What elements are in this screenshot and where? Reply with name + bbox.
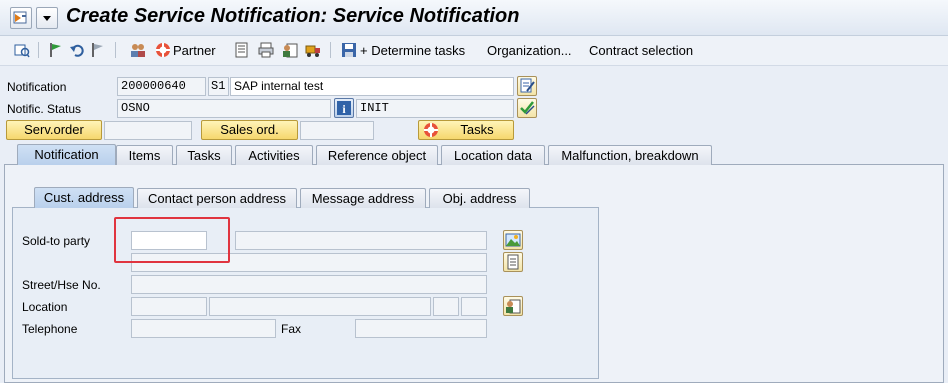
tab-tasks[interactable]: Tasks <box>176 145 232 165</box>
person-document-icon <box>506 299 521 314</box>
sales-order-field <box>300 121 374 140</box>
toolbar-divider <box>115 42 116 58</box>
tab-activities[interactable]: Activities <box>235 145 313 165</box>
telephone-label: Telephone <box>22 322 78 336</box>
street-field <box>131 275 487 294</box>
checkmark-edit-icon <box>520 101 535 115</box>
telephone-field <box>131 319 276 338</box>
toolbar-divider <box>38 42 39 58</box>
tab-items[interactable]: Items <box>116 145 173 165</box>
display-change-icon[interactable] <box>14 42 30 58</box>
document-list-icon[interactable] <box>234 42 250 58</box>
document-icon <box>507 254 519 270</box>
sales-order-button[interactable]: Sales ord. <box>201 120 298 140</box>
notification-label: Notification <box>7 80 67 94</box>
page-title: Create Service Notification: Service Not… <box>66 5 520 27</box>
notification-type-field[interactable]: S1 <box>208 77 229 96</box>
service-order-button[interactable]: Serv.order <box>6 120 102 140</box>
menu-icon <box>13 11 27 24</box>
soldto-name-field <box>235 231 487 250</box>
status-check-button[interactable] <box>517 98 537 118</box>
subtab-message-address[interactable]: Message address <box>300 188 426 208</box>
contract-selection-button[interactable]: Contract selection <box>589 43 693 58</box>
partner-button[interactable]: Partner <box>173 43 216 58</box>
lifebuoy-icon <box>424 123 438 137</box>
print-icon[interactable] <box>258 42 274 58</box>
subtab-contact-person-address[interactable]: Contact person address <box>137 188 297 208</box>
soldto-search-button[interactable] <box>503 230 523 250</box>
city-field <box>209 297 431 316</box>
notification-number-field[interactable]: 200000640 <box>117 77 206 96</box>
status-label: Notific. Status <box>7 102 82 116</box>
flag-icon[interactable] <box>48 42 64 58</box>
edit-text-icon <box>520 78 535 93</box>
tab-reference-object[interactable]: Reference object <box>316 145 438 165</box>
postal-code-field <box>131 297 207 316</box>
tasks-button-label: Tasks <box>460 122 494 137</box>
fax-field <box>355 319 487 338</box>
tasks-button[interactable]: Tasks <box>418 120 514 140</box>
subtab-obj-address[interactable]: Obj. address <box>429 188 530 208</box>
tab-location-data[interactable]: Location data <box>441 145 545 165</box>
status-field: OSNO <box>117 99 331 118</box>
chevron-down-icon <box>43 16 51 21</box>
tab-notification[interactable]: Notification <box>17 144 116 165</box>
fax-label: Fax <box>281 322 302 336</box>
info-icon: i <box>337 101 351 116</box>
status-init-field: INIT <box>356 99 514 118</box>
address-detail-button[interactable] <box>503 252 523 272</box>
location-label: Location <box>22 300 68 314</box>
stop-flag-icon[interactable] <box>90 42 106 58</box>
street-label: Street/Hse No. <box>22 278 101 292</box>
soldto-label: Sold-to party <box>22 234 91 248</box>
highlight-box <box>114 217 230 263</box>
long-text-button[interactable] <box>517 76 537 96</box>
landscape-icon <box>505 233 521 247</box>
service-order-field <box>104 121 192 140</box>
subtab-cust-address[interactable]: Cust. address <box>34 187 134 208</box>
transaction-menu-button[interactable] <box>10 7 32 29</box>
organization-button[interactable]: Organization... <box>487 43 572 58</box>
tab-malfunction-breakdown[interactable]: Malfunction, breakdown <box>548 145 712 165</box>
people-icon[interactable] <box>130 42 146 58</box>
status-info-button[interactable]: i <box>334 98 354 118</box>
truck-icon[interactable] <box>305 42 321 58</box>
toolbar-divider <box>330 42 331 58</box>
lifebuoy-icon <box>156 43 170 57</box>
determine-tasks-button[interactable]: + Determine tasks <box>360 43 465 58</box>
country-field <box>433 297 459 316</box>
location-detail-button[interactable] <box>503 296 523 316</box>
notification-description-field[interactable]: SAP internal test <box>230 77 514 96</box>
undo-icon[interactable] <box>69 42 85 58</box>
dropdown-button[interactable] <box>36 7 58 29</box>
person-document-icon[interactable] <box>282 42 298 58</box>
save-icon[interactable] <box>341 42 357 58</box>
region-field <box>461 297 487 316</box>
